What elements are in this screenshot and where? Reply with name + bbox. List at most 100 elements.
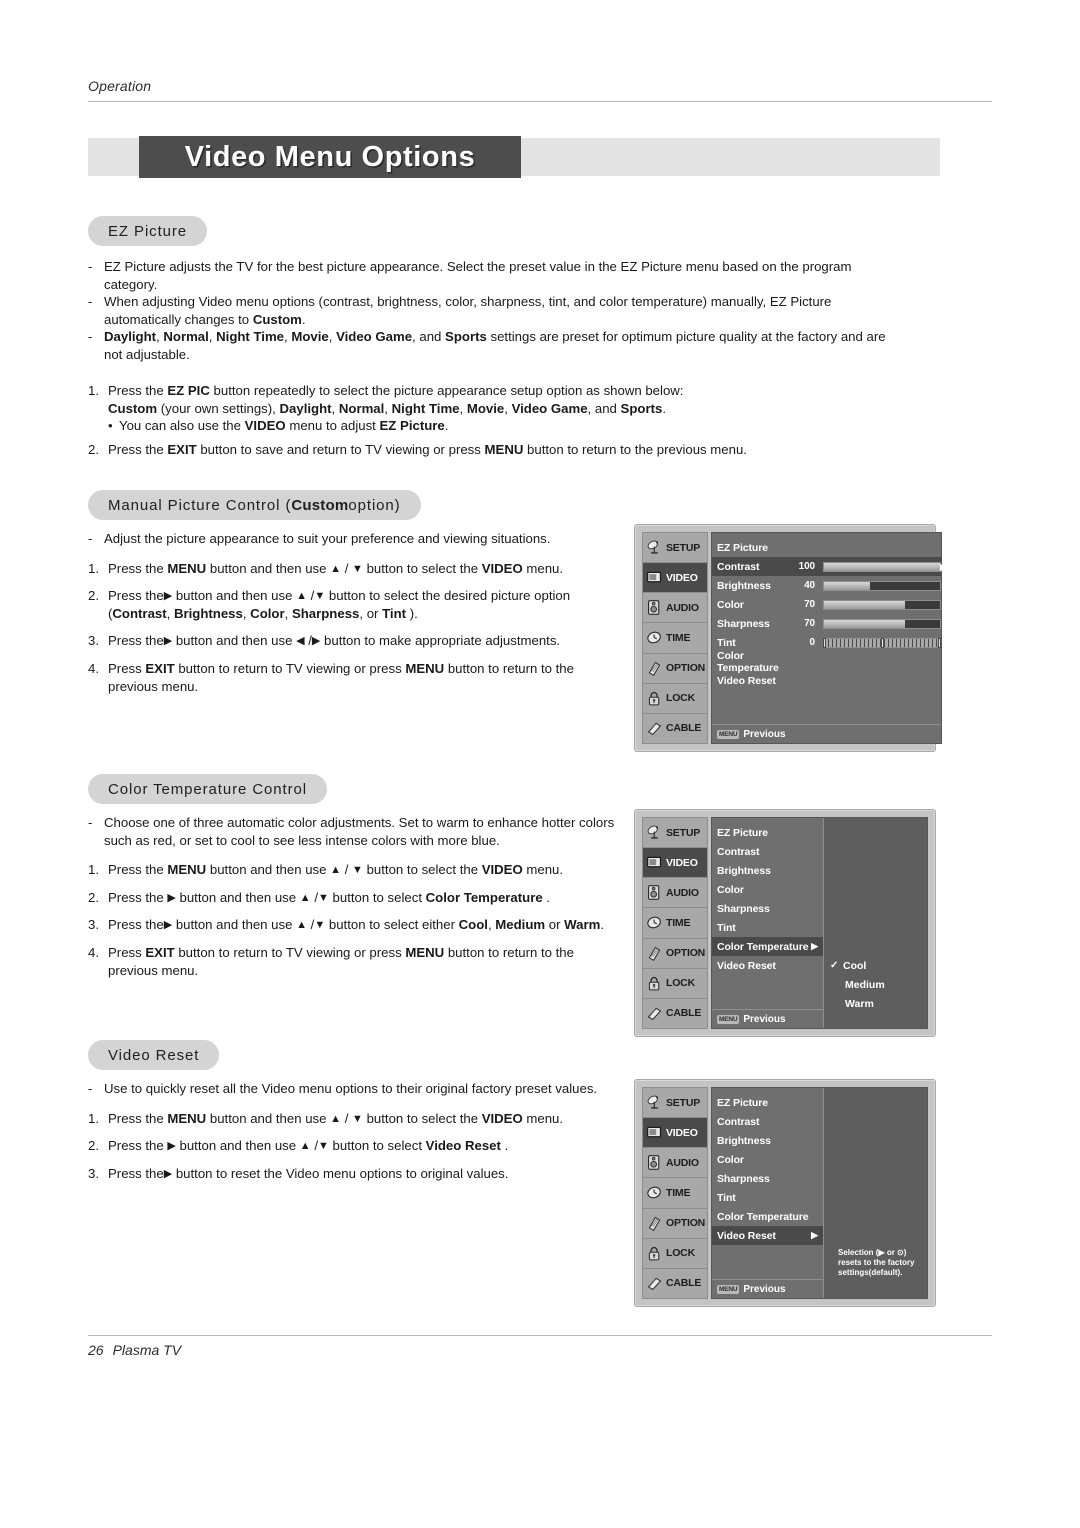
osd-row-sharpness[interactable]: Sharpness — [712, 1169, 823, 1188]
menu-key-badge: MENU — [717, 1014, 740, 1024]
osd-slider-color[interactable] — [823, 599, 941, 610]
list-item: • You can also use the VIDEO menu to adj… — [88, 417, 896, 435]
step-number: 2. — [88, 889, 99, 905]
osd-row-contrast[interactable]: Contrast 100 ▶ — [712, 557, 947, 576]
osd-sidebar-item-option[interactable]: OPTION — [643, 939, 707, 969]
dash-marker: - — [88, 259, 93, 274]
clock-icon — [646, 629, 663, 646]
osd-sidebar-item-lock[interactable]: LOCK — [643, 1239, 707, 1269]
osd-row-label: Brightness — [717, 864, 771, 877]
osd-sidebar-item-cable[interactable]: CABLE — [643, 999, 707, 1028]
osd-row-ez-picture[interactable]: EZ Picture — [712, 823, 823, 842]
ez-step-1-note: You can also use the VIDEO menu to adjus… — [119, 418, 449, 434]
osd-row-color-temperature[interactable]: Color Temperature — [712, 650, 941, 674]
osd-row-tint[interactable]: Tint — [712, 1188, 823, 1207]
osd-row-list-3: EZ Picture Contrast Brightness Color Sha… — [712, 1088, 824, 1298]
section-heading-manual-picture-label-b: Custom — [291, 496, 349, 514]
osd-options-panel: ✓ Cool Medium Warm — [824, 818, 927, 1028]
osd-sidebar-item-audio[interactable]: AUDIO — [643, 878, 707, 909]
osd-sidebar-item-video-label: VIDEO — [666, 571, 698, 584]
osd-hint-panel: Selection (▶ or ⊙) resets to the factory… — [824, 1088, 927, 1298]
osd-sidebar-item-time[interactable]: TIME — [643, 623, 707, 654]
hand-icon — [646, 660, 663, 677]
osd-row-color[interactable]: Color — [712, 880, 823, 899]
list-item: 4. Press EXIT button to return to TV vie… — [88, 944, 623, 979]
osd-row-brightness[interactable]: Brightness — [712, 861, 823, 880]
osd-sidebar-item-video[interactable]: VIDEO — [643, 848, 707, 879]
list-item: 2. Press the▶ button and then use ▲ /▼ b… — [88, 587, 623, 622]
osd-row-label: Color Temperature — [717, 1210, 809, 1223]
ez-step-1-detail: Custom (your own settings), Daylight, No… — [108, 400, 666, 416]
osd-sidebar-item-video[interactable]: VIDEO — [643, 1118, 707, 1149]
color-temp-step-1: Press the MENU button and then use ▲ / ▼… — [108, 862, 564, 878]
section-heading-color-temperature: Color Temperature Control — [88, 774, 327, 804]
osd-row-video-reset[interactable]: Video Reset — [712, 671, 941, 690]
osd-sidebar-item-cable[interactable]: CABLE — [643, 714, 707, 743]
osd-row-label: Contrast — [717, 560, 760, 573]
list-item: - When adjusting Video menu options (con… — [88, 293, 896, 328]
hand-icon — [646, 945, 663, 962]
osd-sidebar-item-setup-label: SETUP — [666, 1096, 701, 1109]
osd-slider-brightness[interactable] — [823, 580, 941, 591]
osd-row-contrast[interactable]: Contrast — [712, 1112, 823, 1131]
osd-sidebar-item-lock[interactable]: LOCK — [643, 969, 707, 999]
osd-sidebar-item-setup[interactable]: SETUP — [643, 533, 707, 564]
osd-sidebar-item-cable-label: CABLE — [666, 722, 702, 735]
osd-row-value: 100 — [798, 561, 815, 572]
osd-row-tint[interactable]: Tint — [712, 918, 823, 937]
osd-row-color-temperature[interactable]: Color Temperature — [712, 1207, 823, 1226]
color-temp-step-4: Press EXIT button to return to TV viewin… — [108, 944, 574, 978]
ez-step-2: Press the EXIT button to save and return… — [108, 441, 747, 457]
osd-option-medium[interactable]: Medium — [824, 975, 927, 994]
osd-slider-contrast[interactable]: ▶ — [823, 561, 947, 572]
osd-slider-sharpness[interactable] — [823, 618, 941, 629]
osd-sidebar-item-cable[interactable]: CABLE — [643, 1269, 707, 1298]
osd-row-video-reset[interactable]: Video Reset — [712, 956, 823, 975]
osd-sidebar-item-time[interactable]: TIME — [643, 908, 707, 939]
video-reset-body: - Use to quickly reset all the Video men… — [88, 1080, 623, 1182]
osd-row-label: Sharpness — [717, 1172, 770, 1185]
osd-row-brightness[interactable]: Brightness 40 — [712, 576, 941, 595]
osd-row-color[interactable]: Color — [712, 1150, 823, 1169]
list-item: 2. Press the ▶ button and then use ▲ /▼ … — [88, 889, 623, 907]
osd-sidebar-item-video[interactable]: VIDEO — [643, 563, 707, 594]
video-reset-step-2: Press the ▶ button and then use ▲ /▼ but… — [108, 1138, 509, 1154]
osd-row-ez-picture[interactable]: EZ Picture — [712, 538, 941, 557]
step-number: 3. — [88, 633, 99, 649]
osd-sidebar-item-lock-label: LOCK — [666, 692, 695, 705]
osd-row-video-reset[interactable]: Video Reset ▶ — [712, 1226, 823, 1245]
osd-sidebar-1: SETUP VIDEO AUDIO TIME OPTION LOCK CABLE — [642, 532, 708, 744]
osd-sidebar-item-setup[interactable]: SETUP — [643, 818, 707, 849]
osd-sidebar-item-audio-label: AUDIO — [666, 1156, 699, 1169]
osd-row-sharpness[interactable]: Sharpness 70 — [712, 614, 941, 633]
osd-sidebar-item-lock[interactable]: LOCK — [643, 684, 707, 714]
osd-row-ez-picture[interactable]: EZ Picture — [712, 1093, 823, 1112]
speaker-icon — [646, 884, 663, 901]
list-item: 1. Press the EZ PIC button repeatedly to… — [88, 382, 896, 400]
osd-row-contrast[interactable]: Contrast — [712, 842, 823, 861]
osd-row-label: EZ Picture — [717, 826, 768, 839]
dash-marker: - — [88, 531, 93, 546]
osd-sidebar-item-audio[interactable]: AUDIO — [643, 1148, 707, 1179]
osd-sidebar-item-setup[interactable]: SETUP — [643, 1088, 707, 1119]
osd-sidebar-item-option[interactable]: OPTION — [643, 1209, 707, 1239]
osd-sidebar-item-time[interactable]: TIME — [643, 1178, 707, 1209]
osd-row-color[interactable]: Color 70 — [712, 595, 941, 614]
osd-sidebar-item-option[interactable]: OPTION — [643, 654, 707, 684]
osd-row-label: Video Reset — [717, 674, 776, 687]
ez-picture-body: - EZ Picture adjusts the TV for the best… — [88, 258, 896, 364]
list-item: - Daylight, Normal, Night Time, Movie, V… — [88, 328, 896, 363]
manual-step-2: Press the▶ button and then use ▲ /▼ butt… — [108, 588, 571, 621]
section-heading-video-reset-label: Video Reset — [108, 1046, 200, 1064]
osd-sidebar-item-audio-label: AUDIO — [666, 601, 699, 614]
osd-sidebar-item-audio[interactable]: AUDIO — [643, 593, 707, 624]
osd-slider-tint[interactable] — [823, 637, 941, 648]
check-icon: ✓ — [830, 960, 839, 971]
osd-option-cool[interactable]: ✓ Cool — [824, 956, 927, 975]
osd-row-sharpness[interactable]: Sharpness — [712, 899, 823, 918]
list-item: 3. Press the▶ button and then use ◀ /▶ b… — [88, 632, 623, 650]
osd-row-color-temperature[interactable]: Color Temperature ▶ — [712, 937, 823, 956]
step-number: 2. — [88, 441, 99, 457]
osd-row-brightness[interactable]: Brightness — [712, 1131, 823, 1150]
osd-option-warm[interactable]: Warm — [824, 994, 927, 1013]
